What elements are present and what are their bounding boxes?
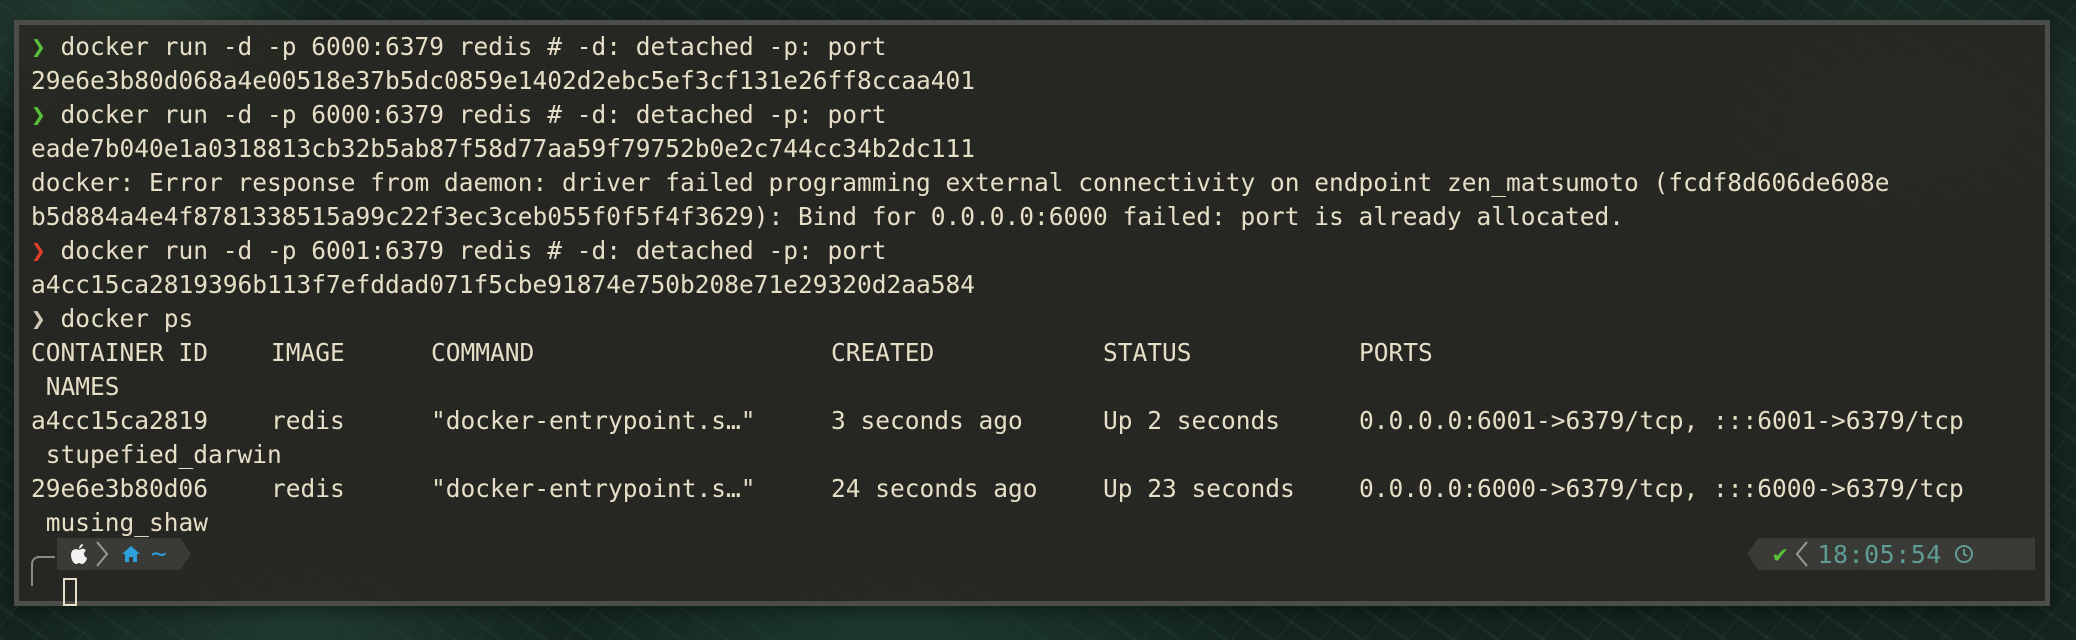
prompt-bar: ~ ✔ 18:05:54 <box>31 538 2041 606</box>
cell-name: stupefied_darwin <box>31 440 282 469</box>
cell-container-id: a4cc15ca2819 <box>31 406 209 435</box>
cell-name: musing_shaw <box>31 508 209 537</box>
command-text: docker run -d -p 6000:6379 redis # -d: d… <box>45 32 887 61</box>
cell-container-id: 29e6e3b80d06 <box>31 474 209 503</box>
terminal-output: ❯ docker run -d -p 6000:6379 redis # -d:… <box>31 30 2037 540</box>
output-line: a4cc15ca2819396b113f7efddad071f5cbe91874… <box>31 270 976 299</box>
command-text: docker ps <box>45 304 194 333</box>
header-ports: PORTS <box>1359 338 1433 367</box>
check-icon: ✔ <box>1773 540 1788 568</box>
ps-table-header: CONTAINER ID IMAGE COMMAND CREATED STATU… <box>31 336 2037 370</box>
cell-status: Up 2 seconds <box>1103 406 1281 435</box>
prompt-bracket <box>31 556 55 586</box>
command-text: docker run -d -p 6001:6379 redis # -d: d… <box>45 236 887 265</box>
apple-icon <box>71 544 87 564</box>
terminal-window[interactable]: ❯ docker run -d -p 6000:6379 redis # -d:… <box>14 20 2050 606</box>
prompt-segment-left: ~ <box>57 538 191 570</box>
command-line: ❯ docker ps <box>31 302 2037 336</box>
table-row: a4cc15ca2819 redis "docker-entrypoint.s…… <box>31 404 2037 438</box>
cell-image: redis <box>271 474 345 503</box>
text-cursor[interactable] <box>63 578 77 606</box>
cell-status: Up 23 seconds <box>1103 474 1295 503</box>
prompt-arrow: ❯ <box>31 304 46 333</box>
header-command: COMMAND <box>431 338 535 367</box>
command-line: ❯ docker run -d -p 6000:6379 redis # -d:… <box>31 30 2037 64</box>
header-image: IMAGE <box>271 338 345 367</box>
error-line: b5d884a4e4f8781338515a99c22f3ec3ceb055f0… <box>31 202 1625 231</box>
prompt-arrow: ❯ <box>31 100 46 129</box>
cell-created: 3 seconds ago <box>831 406 1023 435</box>
command-text: docker run -d -p 6000:6379 redis # -d: d… <box>45 100 887 129</box>
current-directory: ~ <box>151 539 167 569</box>
header-created: CREATED <box>831 338 935 367</box>
cell-ports: 0.0.0.0:6000->6379/tcp, :::6000->6379/tc… <box>1359 474 1964 503</box>
cell-command: "docker-entrypoint.s…" <box>431 474 756 503</box>
command-line: ❯ docker run -d -p 6000:6379 redis # -d:… <box>31 98 2037 132</box>
header-status: STATUS <box>1103 338 1192 367</box>
home-icon <box>122 546 140 562</box>
cell-image: redis <box>271 406 345 435</box>
table-row: 29e6e3b80d06 redis "docker-entrypoint.s…… <box>31 472 2037 506</box>
prompt-segment-right: ✔ 18:05:54 <box>1747 538 2035 570</box>
cell-command: "docker-entrypoint.s…" <box>431 406 756 435</box>
segment-separator-icon <box>1796 541 1809 567</box>
cell-ports: 0.0.0.0:6001->6379/tcp, :::6001->6379/tc… <box>1359 406 1964 435</box>
output-line: 29e6e3b80d068a4e00518e37b5dc0859e1402d2e… <box>31 66 976 95</box>
header-names: NAMES <box>31 372 120 401</box>
segment-separator-icon <box>96 541 109 567</box>
clock-icon <box>1954 545 1973 563</box>
header-container-id: CONTAINER ID <box>31 338 209 367</box>
command-line: ❯ docker run -d -p 6001:6379 redis # -d:… <box>31 234 2037 268</box>
prompt-arrow-error: ❯ <box>31 236 46 265</box>
error-line: docker: Error response from daemon: driv… <box>31 168 1890 197</box>
prompt-arrow: ❯ <box>31 32 46 61</box>
output-line: eade7b040e1a0318813cb32b5ab87f58d77aa59f… <box>31 134 976 163</box>
prompt-time: 18:05:54 <box>1817 539 1942 569</box>
cell-created: 24 seconds ago <box>831 474 1038 503</box>
